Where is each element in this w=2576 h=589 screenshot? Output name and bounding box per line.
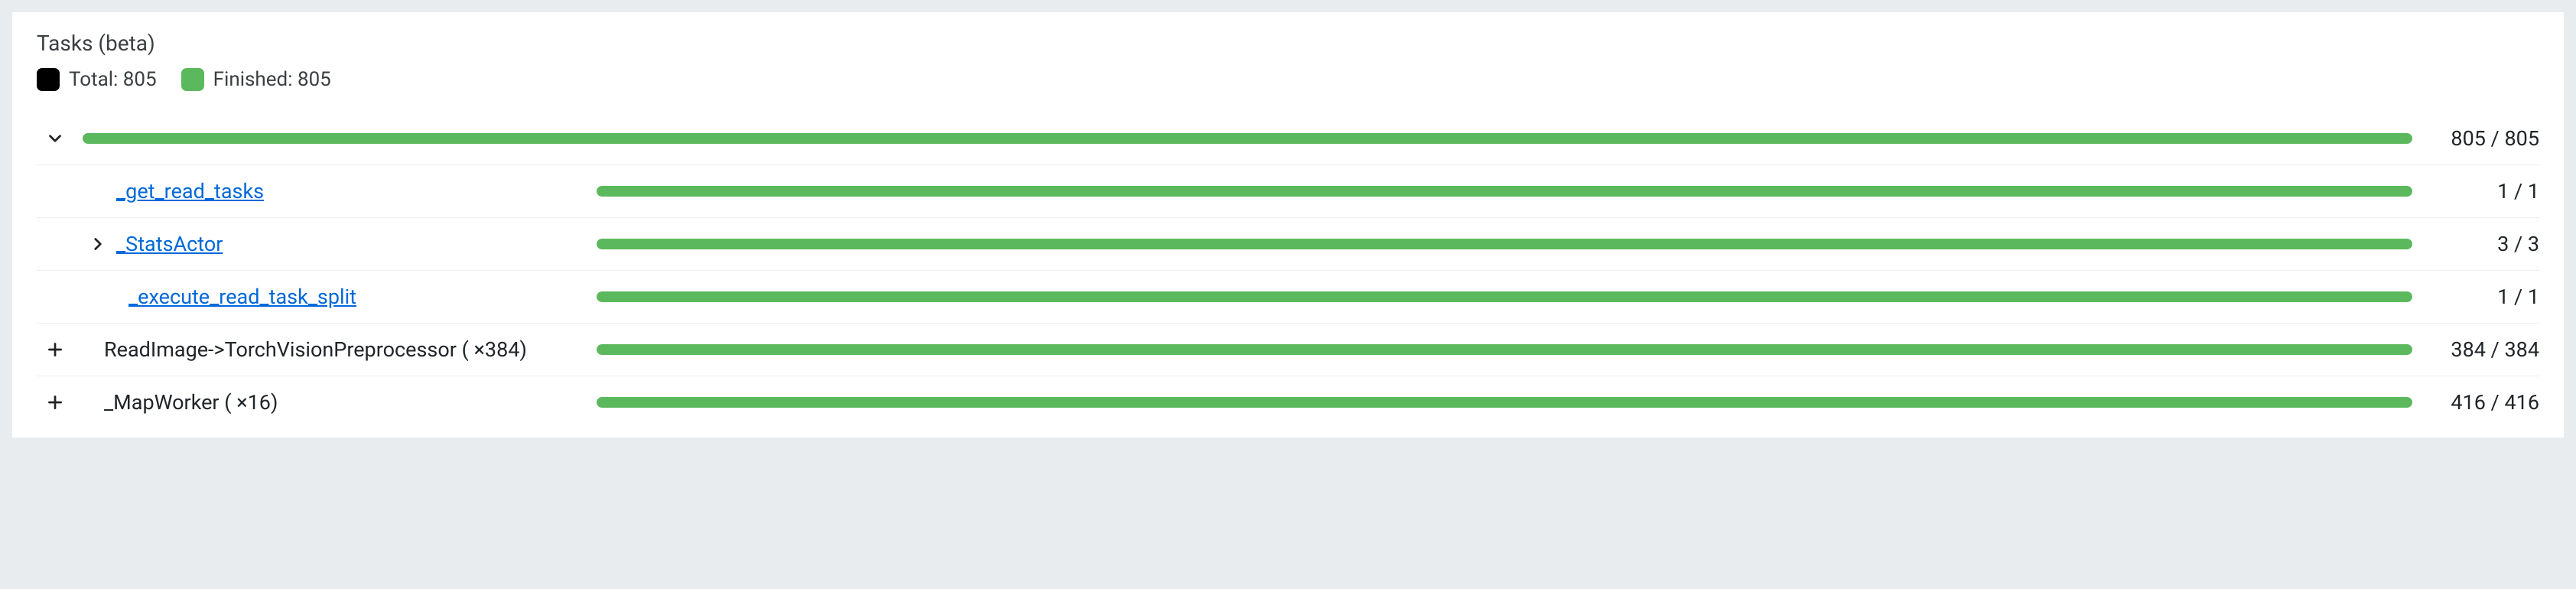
task-label-area: _StatsActor <box>37 232 587 256</box>
task-row: ReadImage->TorchVisionPreprocessor ( ×38… <box>37 324 2539 376</box>
legend-finished-label: Finished: 805 <box>213 68 331 91</box>
legend-finished: Finished: 805 <box>181 68 331 91</box>
panel-title: Tasks (beta) <box>37 31 2539 56</box>
task-label-area: _get_read_tasks <box>37 179 587 203</box>
progress-fill <box>597 291 2412 302</box>
task-row: _execute_read_task_split 1 / 1 <box>37 271 2539 324</box>
task-count: 3 / 3 <box>2440 232 2539 256</box>
legend-total: Total: 805 <box>37 68 157 91</box>
task-link-stats-actor[interactable]: _StatsActor <box>116 232 223 256</box>
expand-toggle[interactable] <box>37 340 73 360</box>
task-label-area: _MapWorker ( ×16) <box>37 390 587 415</box>
progress-fill <box>597 344 2412 355</box>
task-label-readimage: ReadImage->TorchVisionPreprocessor ( ×38… <box>104 337 527 362</box>
task-label-area: ReadImage->TorchVisionPreprocessor ( ×38… <box>37 337 587 362</box>
task-row: _get_read_tasks 1 / 1 <box>37 165 2539 218</box>
summary-progress-fill <box>83 133 2412 144</box>
tasks-panel: Tasks (beta) Total: 805 Finished: 805 80… <box>12 12 2564 438</box>
task-row: _StatsActor 3 / 3 <box>37 218 2539 271</box>
task-link-get-read-tasks[interactable]: _get_read_tasks <box>116 179 264 203</box>
summary-row: 805 / 805 <box>37 112 2539 165</box>
swatch-total-icon <box>37 68 60 91</box>
progress-fill <box>597 239 2412 249</box>
chevron-right-icon <box>88 234 108 254</box>
progress-bar <box>597 186 2412 197</box>
collapse-toggle[interactable] <box>37 129 73 148</box>
progress-bar <box>597 239 2412 249</box>
task-count: 384 / 384 <box>2440 337 2539 362</box>
task-count: 1 / 1 <box>2440 179 2539 203</box>
progress-bar <box>597 397 2412 408</box>
progress-fill <box>597 186 2412 197</box>
task-count: 1 / 1 <box>2440 285 2539 309</box>
task-link-execute-read-task-split[interactable]: _execute_read_task_split <box>128 285 356 309</box>
task-row: _MapWorker ( ×16) 416 / 416 <box>37 376 2539 428</box>
expand-toggle[interactable] <box>80 234 116 254</box>
progress-bar <box>597 291 2412 302</box>
progress-bar <box>597 344 2412 355</box>
task-count: 416 / 416 <box>2440 390 2539 415</box>
plus-icon <box>45 392 65 412</box>
summary-count: 805 / 805 <box>2440 126 2539 151</box>
summary-progress-bar <box>83 133 2412 144</box>
progress-fill <box>597 397 2412 408</box>
task-label-area: _execute_read_task_split <box>37 285 587 309</box>
expand-toggle[interactable] <box>37 392 73 412</box>
legend: Total: 805 Finished: 805 <box>37 68 2539 91</box>
legend-total-label: Total: 805 <box>69 68 157 91</box>
swatch-finished-icon <box>181 68 204 91</box>
plus-icon <box>45 340 65 360</box>
task-label-mapworker: _MapWorker ( ×16) <box>104 390 278 415</box>
chevron-down-icon <box>45 129 65 148</box>
